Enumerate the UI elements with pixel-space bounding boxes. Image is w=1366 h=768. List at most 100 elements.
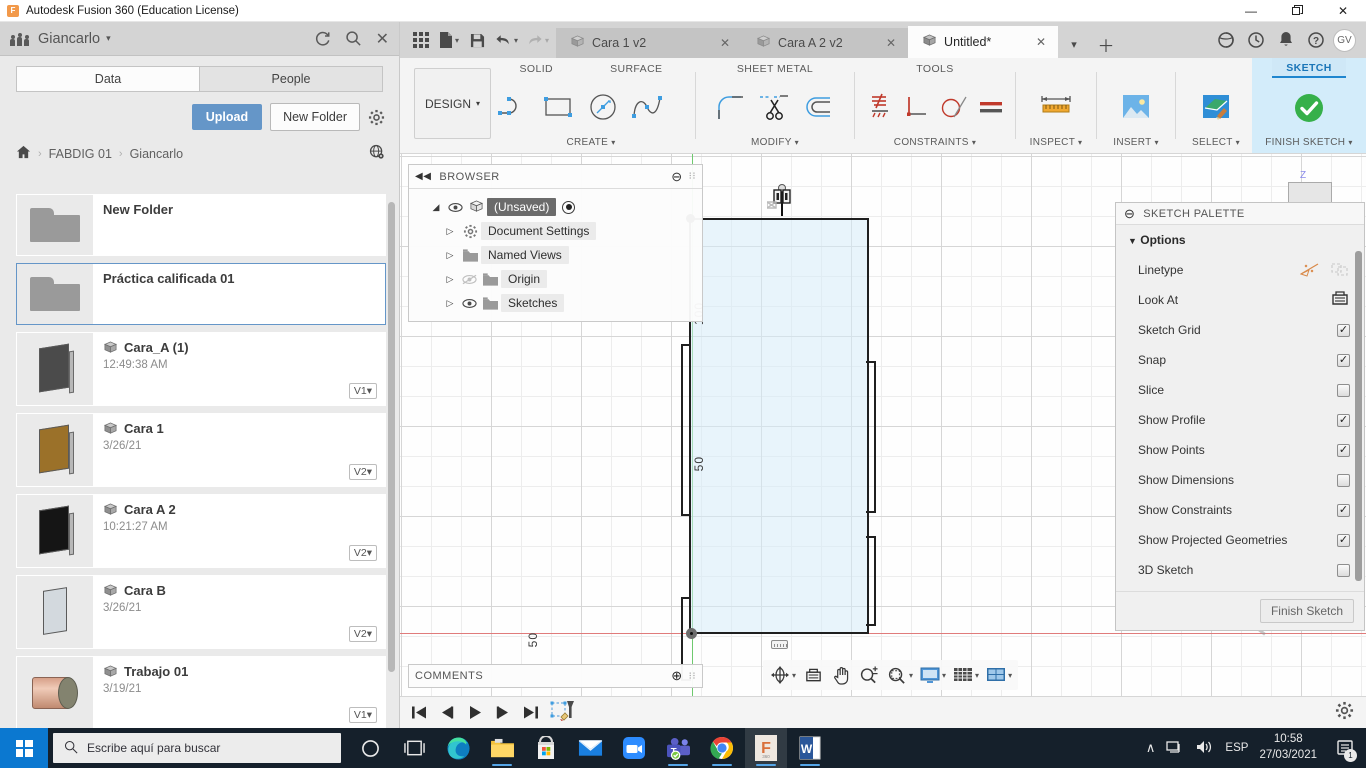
list-item[interactable]: Cara B 3/26/21 V2▾ xyxy=(16,575,386,649)
zoom-icon[interactable] xyxy=(856,662,882,688)
minimize-button[interactable]: — xyxy=(1228,0,1274,22)
slice-checkbox[interactable] xyxy=(1337,384,1350,397)
breadcrumb-project[interactable]: FABDIG 01 xyxy=(49,147,112,161)
group-label-inspect[interactable]: INSPECT xyxy=(1030,137,1075,148)
show-points-checkbox[interactable] xyxy=(1337,444,1350,457)
display-settings-icon[interactable] xyxy=(917,662,943,688)
close-icon[interactable]: ✕ xyxy=(720,36,730,50)
expand-arrow-icon[interactable]: ▷ xyxy=(441,226,459,237)
globe-icon[interactable] xyxy=(369,144,385,163)
list-item[interactable]: New Folder xyxy=(16,194,386,256)
look-at-icon[interactable] xyxy=(1330,290,1350,310)
ground-icon[interactable] xyxy=(861,85,898,129)
gear-icon[interactable] xyxy=(368,109,385,126)
circle-icon[interactable] xyxy=(581,85,625,129)
new-document-icon[interactable]: ▾ xyxy=(436,26,462,54)
timeline-settings-icon[interactable] xyxy=(1335,701,1354,725)
windows-start-icon[interactable] xyxy=(0,728,48,768)
fusion360-icon[interactable]: F360 xyxy=(745,728,787,768)
undo-icon[interactable]: ▾ xyxy=(492,26,521,54)
visibility-icon[interactable] xyxy=(459,298,479,309)
palette-row-snap[interactable]: Snap xyxy=(1116,345,1364,375)
show-profile-checkbox[interactable] xyxy=(1337,414,1350,427)
show-projected-geometries-checkbox[interactable] xyxy=(1337,534,1350,547)
palette-row-show-constraints[interactable]: Show Constraints xyxy=(1116,495,1364,525)
browser-tree[interactable]: ◢ (Unsaved) ▷ xyxy=(409,189,702,321)
visibility-icon[interactable] xyxy=(445,202,465,213)
chevron-down-icon[interactable]: ▾ xyxy=(1078,138,1082,147)
expand-arrow-icon[interactable]: ▷ xyxy=(441,250,459,261)
grip-icon[interactable]: ⁝⁝ xyxy=(689,171,696,182)
finish-sketch-button[interactable]: Finish Sketch xyxy=(1260,599,1354,623)
app-grid-icon[interactable] xyxy=(408,26,434,54)
task-view-icon[interactable] xyxy=(393,728,435,768)
home-icon[interactable] xyxy=(16,145,31,162)
refresh-icon[interactable] xyxy=(314,30,331,47)
group-label-modify[interactable]: MODIFY xyxy=(751,137,792,148)
version-badge[interactable]: V2▾ xyxy=(349,545,377,561)
group-label-create[interactable]: CREATE xyxy=(566,137,608,148)
list-item[interactable]: Cara 1 3/26/21 V2▾ xyxy=(16,413,386,487)
redo-icon[interactable]: ▾ xyxy=(523,26,552,54)
version-badge[interactable]: V1▾ xyxy=(349,707,377,723)
version-badge[interactable]: V2▾ xyxy=(349,626,377,642)
microsoft-store-icon[interactable] xyxy=(525,728,567,768)
step-back-icon[interactable] xyxy=(434,700,460,726)
list-item[interactable]: Trabajo 01 3/19/21 V1▾ xyxy=(16,656,386,728)
doc-tab-untitled[interactable]: Untitled* ✕ xyxy=(908,26,1058,58)
offset-icon[interactable] xyxy=(797,85,841,129)
tab-sheet-metal[interactable]: SHEET METAL xyxy=(737,58,813,76)
doc-tab-cara-1[interactable]: Cara 1 v2 ✕ xyxy=(556,28,742,58)
tab-menu-icon[interactable]: ▾ xyxy=(1058,30,1090,58)
comments-panel[interactable]: COMMENTS ⊕ ⁝⁝ xyxy=(408,664,703,688)
data-panel-scrollbar[interactable] xyxy=(388,202,395,672)
tree-node-sketches[interactable]: ▷ Sketches xyxy=(409,291,702,315)
go-to-end-icon[interactable] xyxy=(518,700,544,726)
chevron-down-icon[interactable]: ▾ xyxy=(792,671,796,680)
activate-radio[interactable] xyxy=(562,201,575,214)
play-icon[interactable] xyxy=(462,700,488,726)
minimize-icon[interactable]: ⊖ xyxy=(1124,206,1135,222)
palette-row-3d-sketch[interactable]: 3D Sketch xyxy=(1116,555,1364,585)
recent-icon[interactable] xyxy=(1243,26,1269,54)
orbit-icon[interactable] xyxy=(767,662,793,688)
3d-sketch-checkbox[interactable] xyxy=(1337,564,1350,577)
palette-row-show-projected-geometries[interactable]: Show Projected Geometries xyxy=(1116,525,1364,555)
select-icon[interactable] xyxy=(1194,85,1238,129)
chevron-down-icon[interactable]: ▾ xyxy=(1154,138,1158,147)
list-item[interactable]: Cara_A (1) 12:49:38 AM V1▾ xyxy=(16,332,386,406)
measure-icon[interactable] xyxy=(1034,85,1078,129)
palette-section-options[interactable]: ▼ Options xyxy=(1116,233,1364,255)
save-icon[interactable] xyxy=(464,26,490,54)
cortana-icon[interactable] xyxy=(349,728,391,768)
spline-icon[interactable] xyxy=(625,85,669,129)
volume-icon[interactable] xyxy=(1195,739,1214,758)
close-panel-icon[interactable]: ✕ xyxy=(376,29,389,49)
chevron-down-icon[interactable]: ▾ xyxy=(975,671,979,680)
mail-icon[interactable] xyxy=(569,728,611,768)
word-icon[interactable]: W xyxy=(789,728,831,768)
tab-data[interactable]: Data xyxy=(16,66,199,92)
palette-row-show-dimensions[interactable]: Show Dimensions xyxy=(1116,465,1364,495)
horizontal-constraint-icon[interactable] xyxy=(771,640,788,649)
palette-row-show-points[interactable]: Show Points xyxy=(1116,435,1364,465)
close-icon[interactable]: ✕ xyxy=(886,36,896,50)
symmetry-constraint-icon[interactable] xyxy=(767,184,797,212)
expand-arrow-icon[interactable]: ◢ xyxy=(427,202,445,213)
sketch-grid-checkbox[interactable] xyxy=(1337,324,1350,337)
file-explorer-icon[interactable] xyxy=(481,728,523,768)
tree-node-document-settings[interactable]: ▷ Document Settings xyxy=(409,219,702,243)
chrome-icon[interactable] xyxy=(701,728,743,768)
arc-icon[interactable] xyxy=(493,85,537,129)
equal-icon[interactable] xyxy=(972,85,1009,129)
grid-settings-icon[interactable] xyxy=(950,662,976,688)
tab-tools[interactable]: TOOLS xyxy=(916,58,953,76)
tab-surface[interactable]: SURFACE xyxy=(610,58,662,76)
palette-scrollbar[interactable] xyxy=(1355,251,1362,581)
rectangle-icon[interactable] xyxy=(537,85,581,129)
chevron-down-icon[interactable]: ▾ xyxy=(514,36,518,45)
show-dimensions-checkbox[interactable] xyxy=(1337,474,1350,487)
chevron-down-icon[interactable]: ▾ xyxy=(611,138,615,147)
chevron-down-icon[interactable]: ▾ xyxy=(795,138,799,147)
fillet-icon[interactable] xyxy=(709,85,753,129)
